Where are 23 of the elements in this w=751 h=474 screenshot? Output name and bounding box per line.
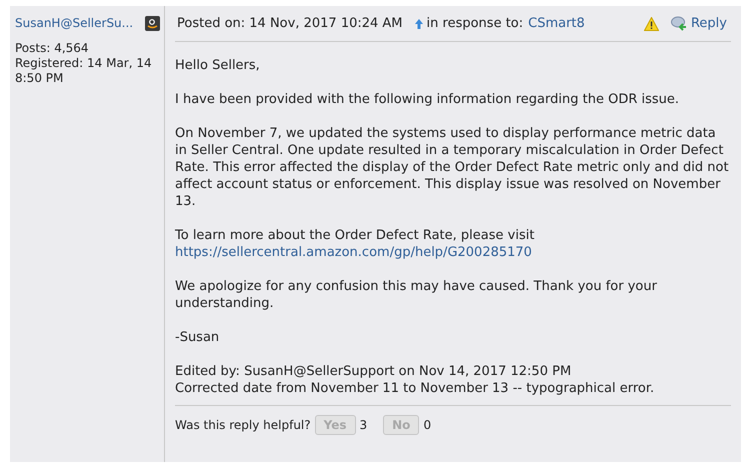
helpful-question: Was this reply helpful? [175,416,311,434]
body-paragraph: On November 7, we updated the systems used to display performance metric data in Seller Central. One update resulted in a temporary miscalculation in Order Defect Rate. This error affected the display of the Order Defect Rate metric only and did not affect account status or enforcement. This display issue was resolved on November 13. [175,125,730,210]
author-stat: Registered: 14 Mar, 14 8:50 PM [15,56,153,86]
body-paragraph: -Susan [175,329,220,346]
body-paragraph: We apologize for any confusion this may have caused. Thank you for your understanding. [175,278,658,312]
edit-reason: Corrected date from November 11 to November 13 -- typographical error. [175,380,656,397]
reply-button[interactable]: Reply [670,15,727,32]
help-link[interactable]: https://sellercentral.amazon.com/gp/help/G200285170 [175,245,532,260]
vote-count: 3 [360,416,368,434]
vote-count: 0 [423,416,432,434]
edit-note: Edited by: SusanH@SellerSupport on Nov 14, 2017 12:50 PM [175,363,572,380]
up-arrow-icon [414,18,423,28]
seller-logo-icon [145,16,160,31]
response-author-link[interactable]: CSmart8 [528,15,585,32]
body-paragraph: To learn more about the Order Defect Rate, please visit [175,228,534,243]
warning-icon[interactable] [644,16,659,30]
speech-bubble-icon [670,16,687,32]
body-paragraph: Hello Sellers, [175,57,261,74]
author-link[interactable]: SusanH@SellerSu... [15,16,134,31]
author-stat: Posts: 4,564 [15,41,90,56]
body-paragraph: I have been provided with the following information regarding the ODR issue. [175,91,680,108]
posted-date: Posted on: 14 Nov, 2017 10:24 AM [177,15,403,32]
response-label: in response to: [426,15,524,32]
